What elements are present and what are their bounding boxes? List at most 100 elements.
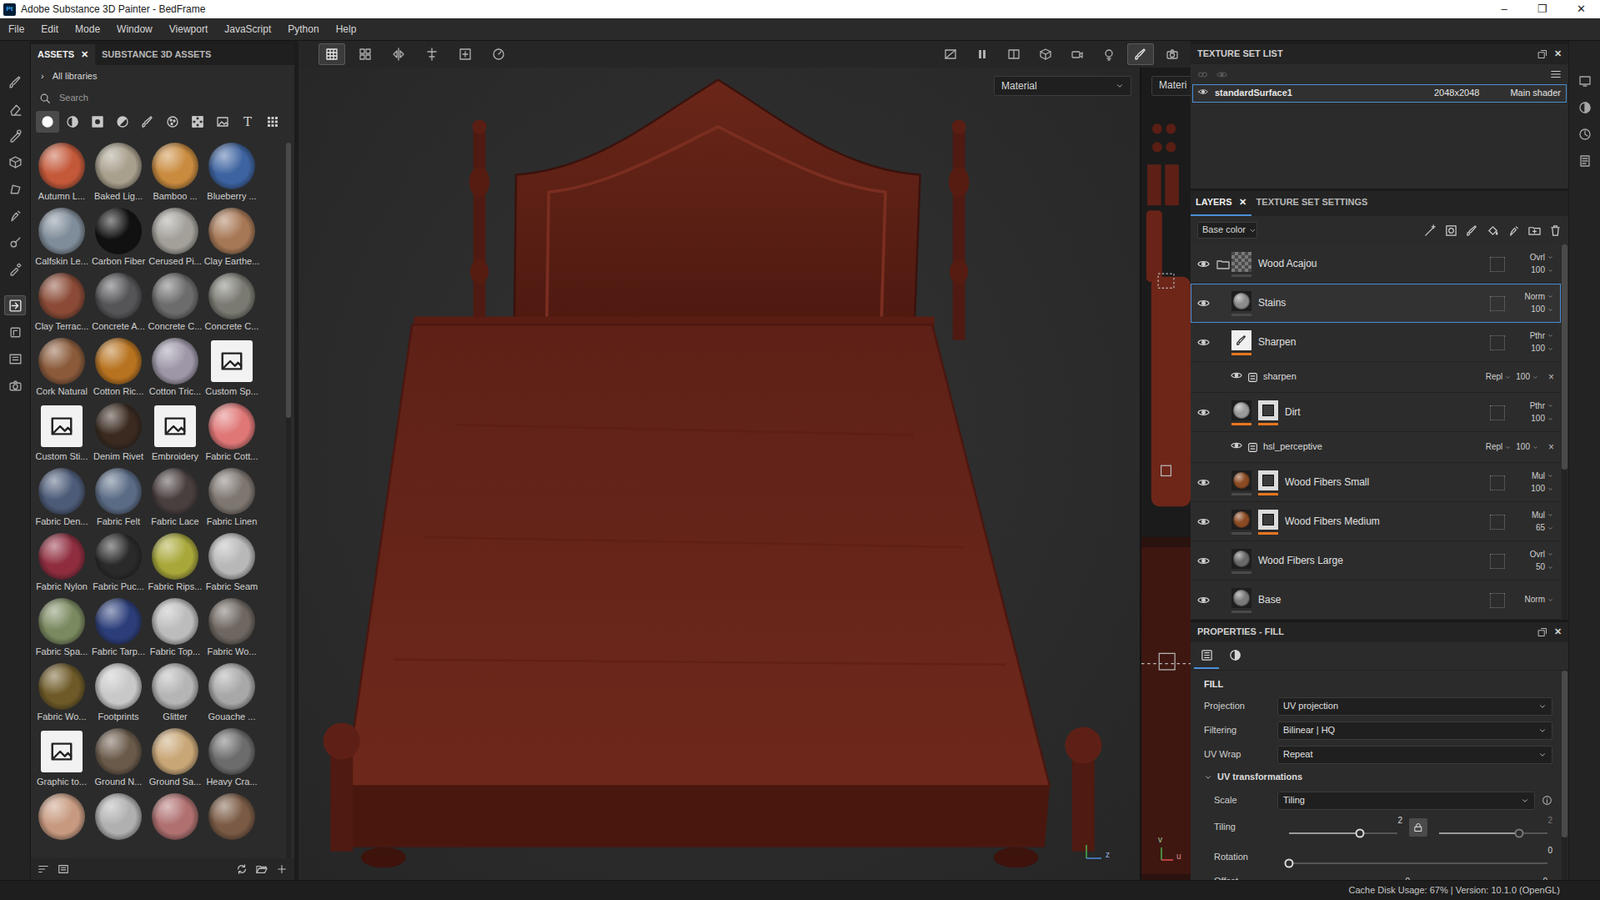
opacity[interactable]: 100 [1515, 371, 1539, 383]
opacity-value[interactable]: 100 [1530, 413, 1545, 425]
material-thumbnail[interactable] [38, 337, 86, 385]
menu-item[interactable]: Help [327, 23, 366, 36]
eye-icon[interactable] [1216, 69, 1228, 81]
blend-mode[interactable]: Repl [1485, 441, 1512, 453]
material-item[interactable]: Ground Sa... [146, 727, 204, 793]
material-item[interactable] [90, 792, 147, 858]
material-item[interactable] [203, 792, 261, 858]
remove-effect-button[interactable]: × [1548, 371, 1555, 384]
visibility-toggle[interactable] [1191, 515, 1215, 528]
slider[interactable]: 2 [1434, 815, 1553, 839]
side-button[interactable] [1574, 97, 1596, 118]
blend-mode-value[interactable]: Mul [1531, 471, 1545, 482]
material-item[interactable]: Fabric Wo... [33, 662, 91, 728]
material-label[interactable]: Autumn L... [38, 190, 86, 202]
material-label[interactable]: Calfskin Le... [35, 255, 89, 267]
material-label[interactable]: Fabric Puc... [92, 581, 145, 592]
material-label[interactable]: Ground N... [95, 776, 143, 788]
material-item[interactable]: Custom Sti... [33, 402, 91, 468]
brush-icon[interactable] [1465, 224, 1479, 237]
menu-item[interactable]: JavaScript [215, 23, 280, 36]
material-thumbnail[interactable] [38, 272, 86, 320]
material-item[interactable]: Ground N... [90, 727, 147, 793]
layer-row[interactable]: Wood Fibers Medium Mul65 [1190, 501, 1561, 542]
viewport-button[interactable] [968, 43, 996, 66]
viewport-button[interactable] [1158, 43, 1186, 66]
blend-mode-value[interactable]: Pthr [1529, 401, 1545, 412]
visibility-toggle[interactable] [1191, 476, 1215, 489]
bed-render[interactable] [298, 67, 1140, 880]
view-mode-label[interactable]: Material [1001, 80, 1038, 93]
layer-thumbnail[interactable] [1231, 400, 1252, 426]
close-panel-button[interactable]: ✕ [1554, 48, 1562, 61]
material-label[interactable]: Bamboo ... [152, 190, 197, 202]
material-thumbnail[interactable] [151, 337, 199, 385]
material-item[interactable]: Concrete A... [90, 272, 147, 338]
mask-thumbnail[interactable] [1258, 509, 1279, 535]
material-thumbnail[interactable] [151, 207, 199, 255]
material-item[interactable]: Fabric Lace [146, 467, 204, 533]
material-thumbnail[interactable] [154, 405, 196, 447]
material-thumbnail[interactable] [208, 467, 256, 515]
material-label[interactable]: Fabric Den... [35, 516, 89, 527]
opacity-value[interactable]: 100 [1530, 483, 1545, 495]
material-thumbnail[interactable] [151, 597, 199, 645]
filter-button[interactable] [85, 110, 110, 133]
layer-name[interactable]: Wood Fibers Medium [1284, 515, 1490, 528]
blend-mode[interactable]: Mul [1531, 510, 1554, 522]
effect-name[interactable]: hsl_perceptive [1263, 441, 1481, 453]
material-label[interactable]: Glitter [162, 711, 187, 723]
field-dropdown-value[interactable]: Bilinear | HQ [1283, 724, 1335, 737]
material-thumbnail[interactable] [208, 727, 256, 775]
viewport-button[interactable] [1032, 43, 1059, 66]
tool-button[interactable] [4, 348, 26, 369]
material-item[interactable]: Gouache ... [203, 662, 261, 728]
slider-track[interactable] [1289, 862, 1548, 864]
field-dropdown[interactable]: Bilinear | HQ [1277, 721, 1553, 740]
visibility-toggle[interactable] [1230, 439, 1243, 455]
material-item[interactable]: Custom Sp... [203, 337, 261, 403]
blend-mode[interactable]: Mul [1531, 471, 1554, 482]
scrollbar[interactable] [285, 142, 291, 858]
material-label[interactable]: Heavy Cra... [205, 776, 257, 788]
material-label[interactable]: Carbon Fiber [91, 255, 146, 267]
material-label[interactable]: Fabric Top... [150, 646, 201, 658]
material-thumbnail[interactable] [208, 532, 256, 580]
opacity-value[interactable]: 65 [1535, 522, 1545, 534]
newfolder-icon[interactable] [1528, 224, 1541, 237]
material-label[interactable]: Embroidery [151, 451, 199, 462]
folderopen-icon[interactable] [255, 862, 268, 875]
smudge-icon[interactable] [1507, 224, 1520, 237]
tab-label[interactable]: LAYERS [1195, 196, 1233, 209]
group-header[interactable]: UV transformations [1203, 766, 1553, 788]
material-item[interactable]: Heavy Cra... [203, 727, 261, 793]
blend-mode-value[interactable]: Pthr [1529, 331, 1545, 342]
material-thumbnail[interactable] [95, 337, 142, 385]
material-item[interactable]: Denim Rivet [90, 402, 147, 468]
material-label[interactable]: Cotton Tric... [149, 386, 201, 397]
filter-button[interactable] [260, 110, 285, 133]
uv-mode-label[interactable]: Materi [1158, 79, 1187, 91]
material-item[interactable]: Fabric Felt [90, 467, 147, 533]
menu-item[interactable]: Edit [32, 23, 67, 36]
layer-name[interactable]: Wood Fibers Large [1258, 554, 1490, 567]
material-label[interactable]: Fabric Linen [206, 516, 258, 527]
blend-mode-value[interactable]: Repl [1485, 441, 1504, 453]
material-thumbnail[interactable] [151, 272, 199, 320]
opacity[interactable]: 100 [1515, 441, 1539, 453]
material-label[interactable]: Fabric Wo... [36, 711, 86, 723]
field-dropdown-value[interactable]: UV projection [1283, 700, 1339, 713]
layer-thumbnail[interactable] [1231, 548, 1252, 574]
tool-button[interactable] [4, 295, 26, 316]
view-mode-dropdown[interactable]: Material [993, 75, 1132, 96]
side-button[interactable] [1574, 150, 1596, 171]
scrollbar[interactable] [1561, 670, 1568, 880]
visibility-toggle[interactable] [1191, 336, 1215, 349]
texture-set-name[interactable]: standardSurface1 [1214, 87, 1428, 100]
material-item[interactable] [33, 792, 91, 858]
material-item[interactable]: Bamboo ... [146, 142, 204, 208]
tool-button[interactable] [4, 125, 26, 146]
opacity-value[interactable]: 100 [1530, 265, 1545, 276]
opacity-value[interactable]: 100 [1530, 304, 1545, 316]
minimize-button[interactable]: – [1484, 2, 1524, 16]
